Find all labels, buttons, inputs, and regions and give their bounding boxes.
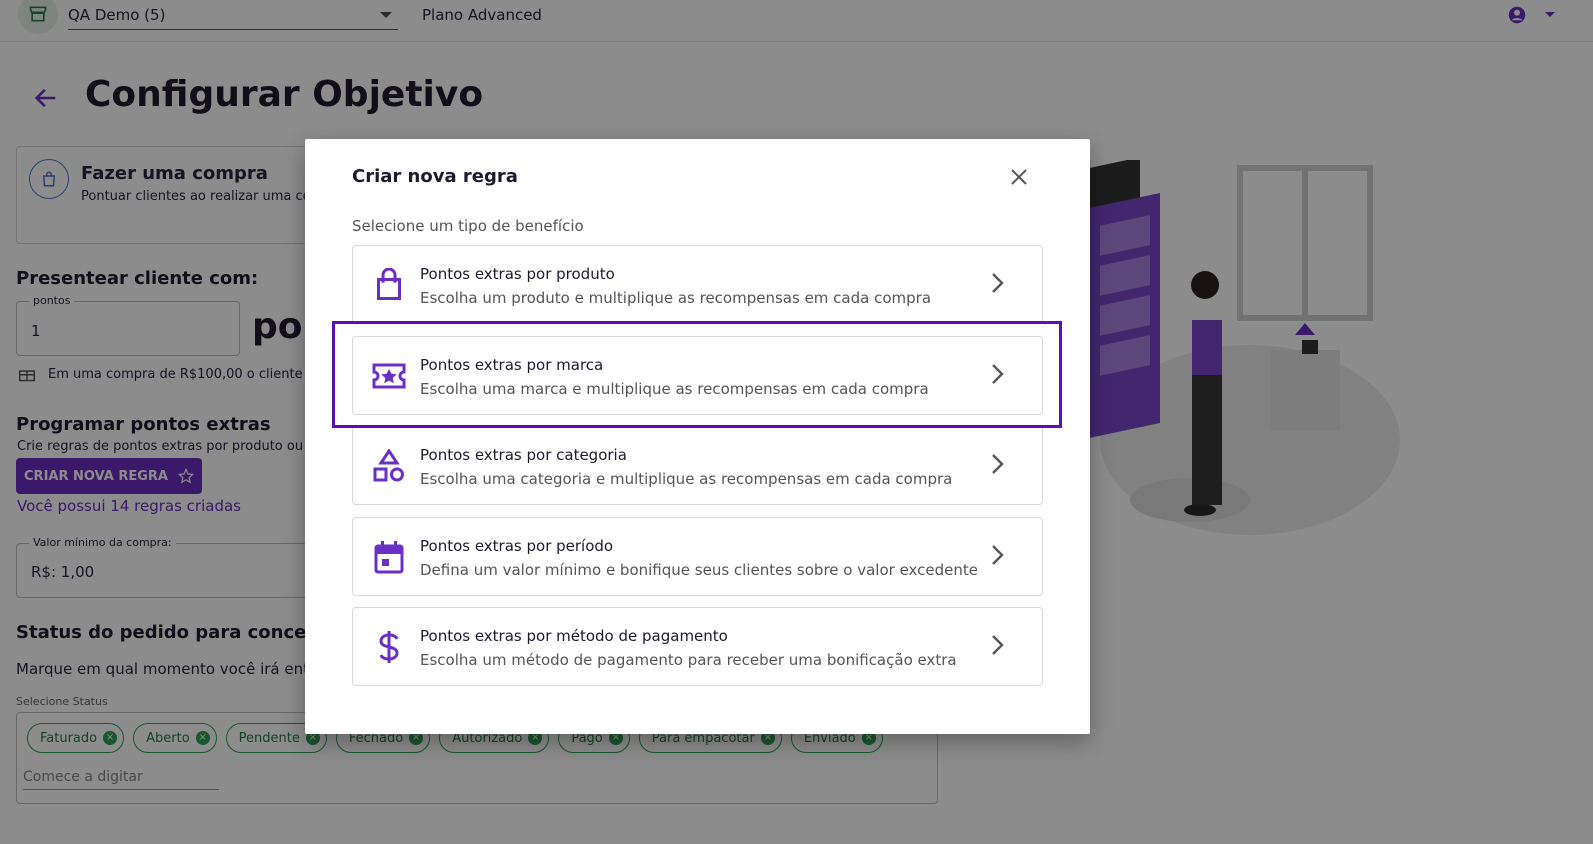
chevron-right-icon bbox=[991, 453, 1005, 479]
close-icon[interactable] bbox=[1008, 166, 1030, 188]
option-description: Escolha um método de pagamento para rece… bbox=[420, 651, 957, 669]
option-period[interactable]: Pontos extras por período Defina um valo… bbox=[352, 516, 1043, 596]
option-category[interactable]: Pontos extras por categoria Escolha uma … bbox=[352, 426, 1043, 505]
option-description: Escolha uma marca e multiplique as recom… bbox=[420, 379, 929, 398]
option-title: Pontos extras por método de pagamento bbox=[420, 627, 728, 645]
option-title: Pontos extras por marca bbox=[420, 355, 604, 374]
chevron-right-icon bbox=[991, 544, 1005, 570]
modal-title: Criar nova regra bbox=[352, 166, 518, 187]
shopping-bag-icon bbox=[372, 267, 406, 303]
option-title: Pontos extras por categoria bbox=[420, 446, 627, 464]
option-description: Defina um valor mínimo e bonifique seus … bbox=[420, 560, 978, 579]
option-product[interactable]: Pontos extras por produto Escolha um pro… bbox=[352, 245, 1043, 324]
chevron-right-icon bbox=[991, 363, 1005, 389]
option-title: Pontos extras por produto bbox=[420, 265, 615, 283]
create-rule-modal: Criar nova regra Selecione um tipo de be… bbox=[305, 139, 1090, 734]
ticket-star-icon bbox=[372, 358, 406, 394]
dollar-icon bbox=[372, 629, 406, 665]
shapes-icon bbox=[372, 448, 406, 484]
option-description: Escolha um produto e multiplique as reco… bbox=[420, 289, 932, 307]
option-payment-method[interactable]: Pontos extras por método de pagamento Es… bbox=[352, 607, 1043, 686]
chevron-right-icon bbox=[991, 272, 1005, 298]
modal-subtitle: Selecione um tipo de benefício bbox=[352, 217, 584, 235]
benefit-options: Pontos extras por produto Escolha um pro… bbox=[352, 245, 1043, 698]
chevron-right-icon bbox=[991, 634, 1005, 660]
option-brand[interactable]: Pontos extras por marca Escolha uma marc… bbox=[352, 335, 1043, 415]
option-title: Pontos extras por período bbox=[420, 536, 614, 555]
option-description: Escolha uma categoria e multiplique as r… bbox=[420, 470, 953, 488]
calendar-icon bbox=[372, 539, 406, 575]
